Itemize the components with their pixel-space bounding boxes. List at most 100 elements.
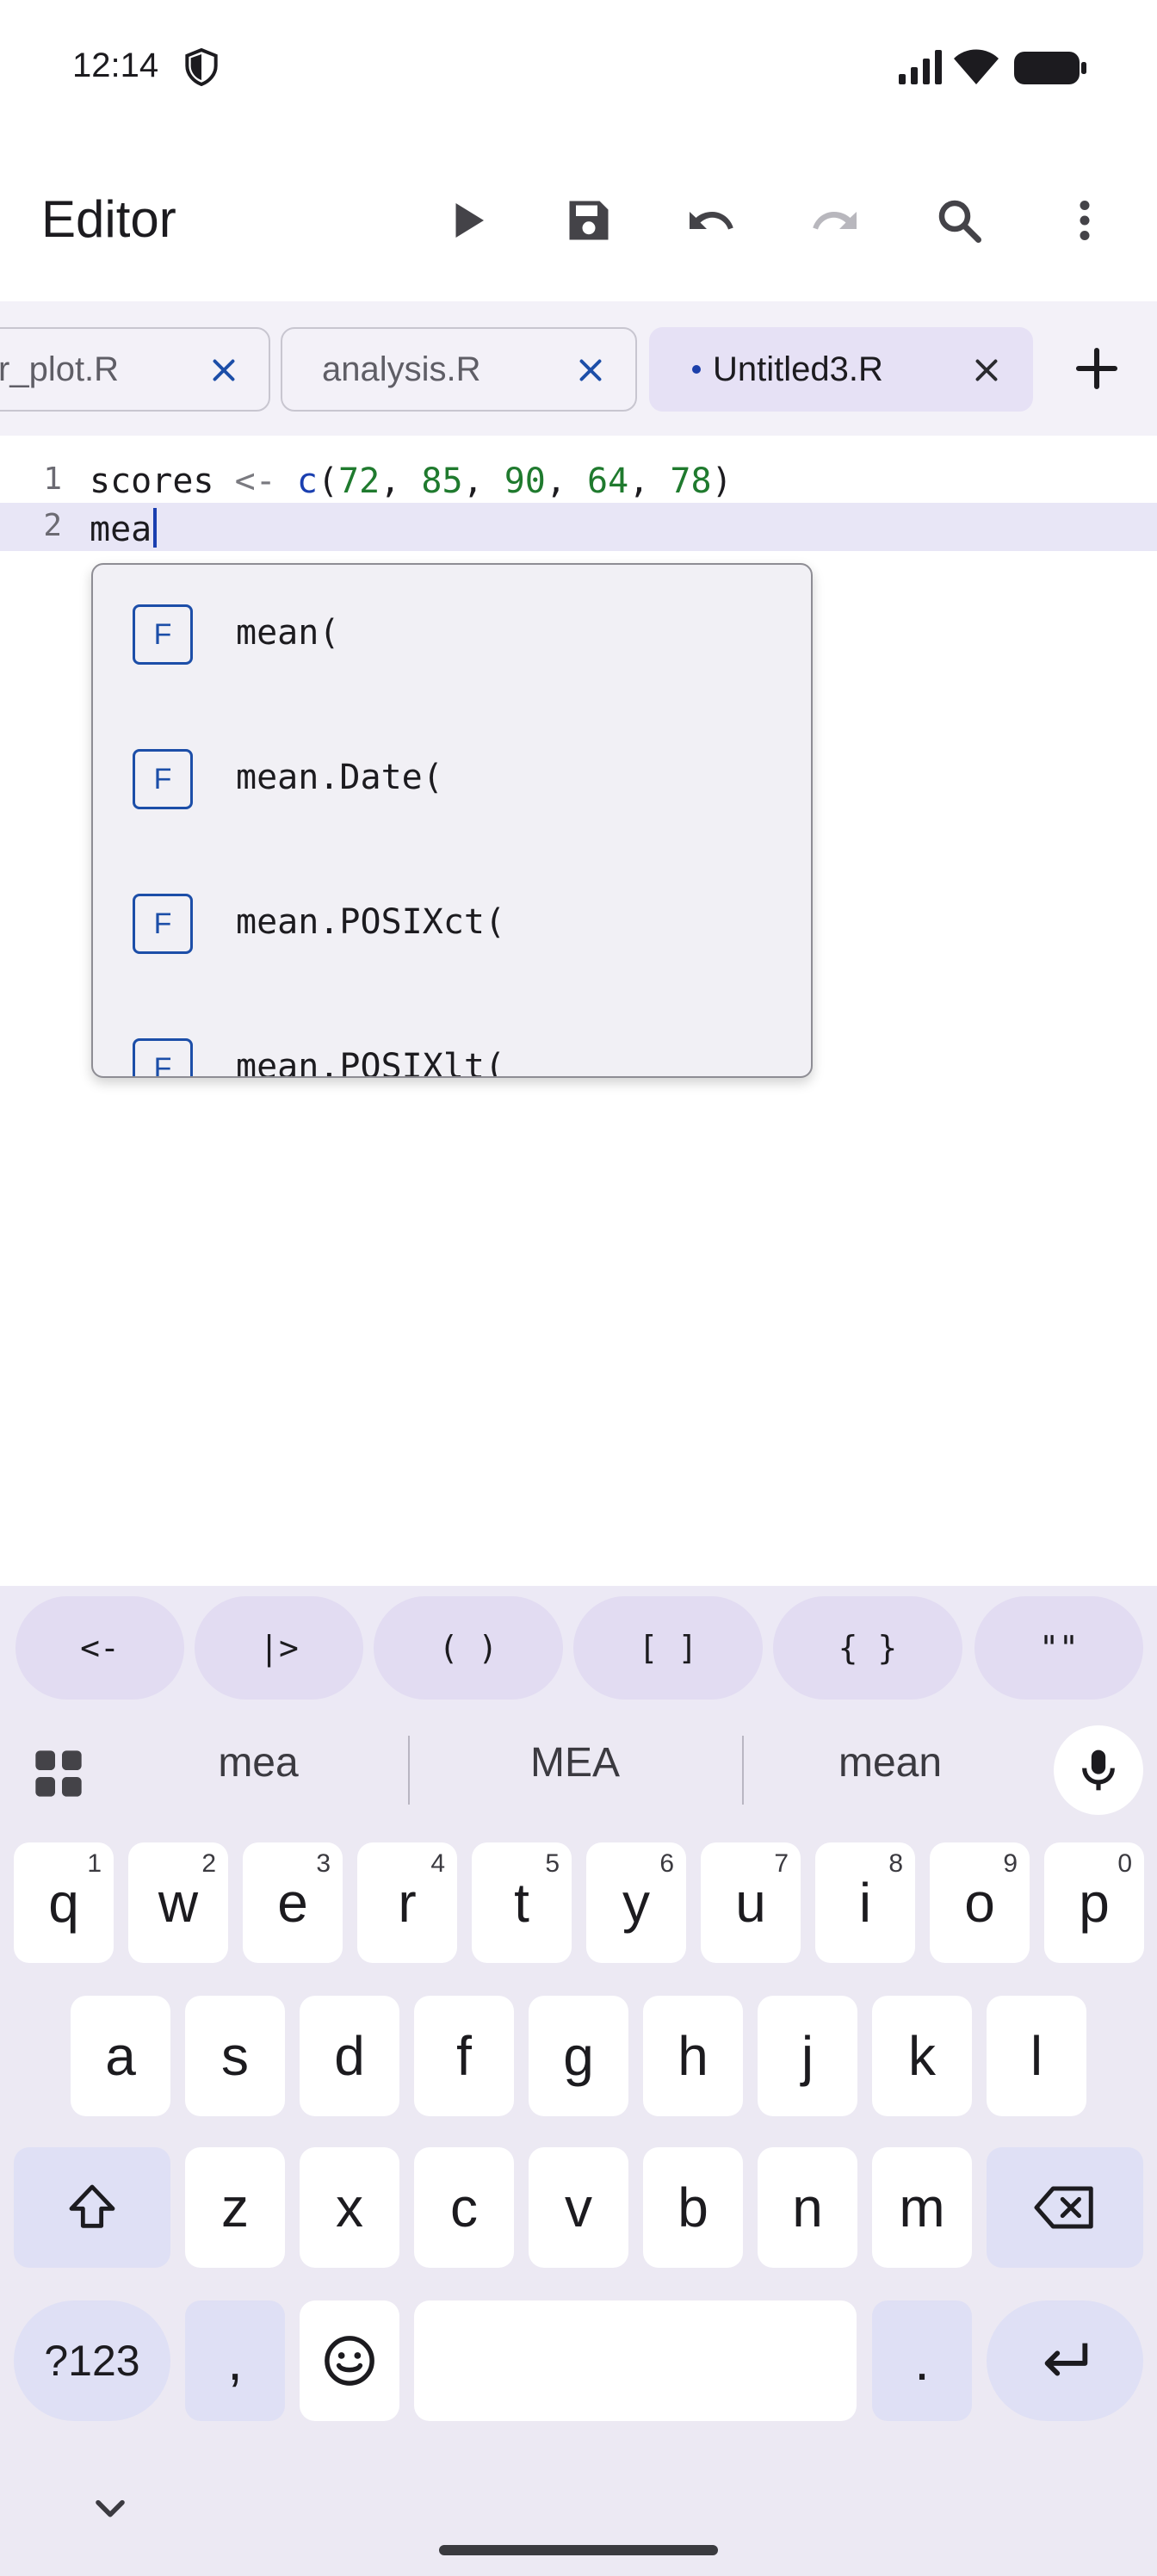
undo-button[interactable] — [668, 177, 754, 263]
key-x[interactable]: x — [300, 2147, 399, 2268]
key-j[interactable]: j — [758, 1996, 857, 2116]
tab-r-plot[interactable]: r_plot.R — [0, 327, 270, 412]
text-cursor — [153, 508, 158, 548]
key-h[interactable]: h — [643, 1996, 743, 2116]
tab-analysis[interactable]: analysis.R — [281, 327, 637, 412]
enter-key[interactable] — [987, 2300, 1143, 2421]
close-icon[interactable] — [575, 355, 606, 386]
suggestion-2[interactable]: MEA — [472, 1739, 678, 1786]
key-hint: 2 — [201, 1849, 216, 1878]
battery-icon — [1014, 52, 1086, 84]
close-icon[interactable] — [208, 355, 239, 386]
key-v[interactable]: v — [529, 2147, 628, 2268]
backspace-key[interactable] — [987, 2147, 1143, 2268]
key-hint: 0 — [1117, 1849, 1132, 1878]
wifi-icon — [954, 49, 999, 84]
key-o[interactable]: o9 — [930, 1842, 1030, 1963]
more-options-button[interactable] — [1042, 177, 1128, 263]
search-icon — [938, 200, 981, 243]
symbol-braces-button[interactable]: { } — [773, 1596, 962, 1700]
add-tab-button[interactable] — [1061, 332, 1133, 405]
page-title: Editor — [41, 190, 176, 248]
key-hint: 3 — [316, 1849, 331, 1878]
symbol-pipe-button[interactable]: |> — [195, 1596, 363, 1700]
suggestion-divider — [742, 1736, 744, 1805]
shift-key[interactable] — [14, 2147, 170, 2268]
symbol-quotes-button[interactable]: "" — [974, 1596, 1143, 1700]
symbol-shortcut-bar: <- |> ( ) [ ] { } "" — [0, 1586, 1157, 1710]
autocomplete-item[interactable]: F mean.POSIXlt( — [93, 999, 811, 1076]
redo-button[interactable] — [792, 177, 878, 263]
suggestion-1[interactable]: mea — [155, 1739, 362, 1786]
key-hint: 5 — [545, 1849, 560, 1878]
apps-grid-icon[interactable] — [31, 1746, 86, 1801]
home-indicator[interactable] — [439, 2545, 718, 2555]
autocomplete-item[interactable]: F mean.Date( — [93, 709, 811, 854]
save-icon — [569, 201, 609, 240]
redo-icon — [813, 212, 857, 230]
autocomplete-item[interactable]: F mean.POSIXct( — [93, 854, 811, 999]
key-label: y — [622, 1872, 650, 1934]
microphone-icon — [1082, 1749, 1115, 1791]
key-k[interactable]: k — [872, 1996, 972, 2116]
status-time: 12:14 — [72, 46, 159, 84]
shift-icon — [69, 2184, 115, 2228]
token-variable: scores — [90, 461, 214, 501]
key-hint: 1 — [87, 1849, 102, 1878]
key-y[interactable]: y6 — [586, 1842, 686, 1963]
save-button[interactable] — [546, 177, 632, 263]
key-b[interactable]: b — [643, 2147, 743, 2268]
emoji-key[interactable] — [300, 2300, 399, 2421]
tab-label: r_plot.R — [0, 350, 120, 388]
suggestion-3[interactable]: mean — [787, 1739, 993, 1786]
key-g[interactable]: g — [529, 1996, 628, 2116]
key-d[interactable]: d — [300, 1996, 399, 2116]
symbol-assign-button[interactable]: <- — [15, 1596, 184, 1700]
key-a[interactable]: a — [71, 1996, 170, 2116]
soft-keyboard: mea MEA mean q1 w2 e3 r4 t5 y6 u7 i8 o9 … — [0, 1710, 1157, 2576]
search-button[interactable] — [916, 177, 1002, 263]
key-label: p — [1079, 1872, 1110, 1934]
symbol-brackets-button[interactable]: [ ] — [573, 1596, 763, 1700]
comma-key[interactable]: , — [185, 2300, 285, 2421]
key-r[interactable]: r4 — [357, 1842, 457, 1963]
symbol-parens-button[interactable]: ( ) — [374, 1596, 563, 1700]
token-operator: <- — [213, 461, 297, 501]
run-button[interactable] — [424, 177, 510, 263]
space-key[interactable] — [414, 2300, 857, 2421]
key-m[interactable]: m — [872, 2147, 972, 2268]
period-key[interactable]: . — [872, 2300, 972, 2421]
token-function: c — [296, 461, 318, 501]
typed-text: mea — [90, 510, 152, 549]
key-i[interactable]: i8 — [815, 1842, 915, 1963]
autocomplete-label: mean.Date( — [236, 758, 443, 797]
symbols-key[interactable]: ?123 — [14, 2300, 170, 2421]
autocomplete-item[interactable]: F mean( — [93, 565, 811, 709]
autocomplete-label: mean( — [236, 613, 340, 653]
key-c[interactable]: c — [414, 2147, 514, 2268]
more-vert-icon — [1080, 201, 1090, 240]
key-hint: 8 — [888, 1849, 903, 1878]
key-s[interactable]: s — [185, 1996, 285, 2116]
key-p[interactable]: p0 — [1044, 1842, 1144, 1963]
key-label: w — [158, 1872, 199, 1934]
key-u[interactable]: u7 — [701, 1842, 801, 1963]
key-t[interactable]: t5 — [472, 1842, 572, 1963]
key-l[interactable]: l — [987, 1996, 1086, 2116]
key-z[interactable]: z — [185, 2147, 285, 2268]
key-q[interactable]: q1 — [14, 1842, 114, 1963]
key-f[interactable]: f — [414, 1996, 514, 2116]
key-w[interactable]: w2 — [128, 1842, 228, 1963]
shield-icon — [185, 48, 218, 86]
tab-untitled3[interactable]: Untitled3.R — [649, 327, 1033, 412]
key-e[interactable]: e3 — [243, 1842, 343, 1963]
code-text: mea — [90, 508, 158, 549]
voice-input-button[interactable] — [1054, 1725, 1143, 1815]
token-sep: , — [380, 461, 422, 501]
key-label: e — [277, 1872, 308, 1934]
token-sep: , — [545, 461, 588, 501]
close-icon[interactable] — [971, 355, 1002, 386]
key-n[interactable]: n — [758, 2147, 857, 2268]
key-hint: 9 — [1003, 1849, 1018, 1878]
chevron-down-icon[interactable] — [86, 2493, 134, 2528]
